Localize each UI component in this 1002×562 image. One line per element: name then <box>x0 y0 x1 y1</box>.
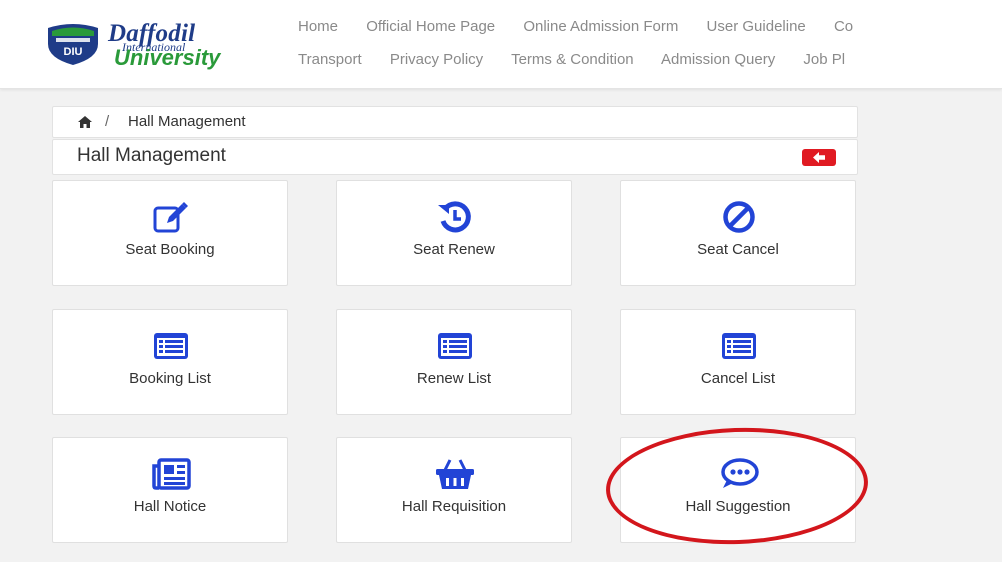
breadcrumb: / Hall Management <box>52 106 858 138</box>
nav-row-1: Home Official Home Page Online Admission… <box>298 16 1002 49</box>
ban-icon <box>723 201 755 233</box>
nav-link-privacy-policy[interactable]: Privacy Policy <box>390 51 483 68</box>
renew-list-card[interactable]: Renew List <box>336 309 572 415</box>
logo-text-university: University <box>114 45 221 70</box>
nav-link-transport[interactable]: Transport <box>298 51 362 68</box>
breadcrumb-current: Hall Management <box>128 113 246 130</box>
card-label: Cancel List <box>700 370 776 387</box>
page-title: Hall Management <box>77 145 226 166</box>
cancel-list-card[interactable]: Cancel List <box>620 309 856 415</box>
top-header: DIU Daffodil International University Ho… <box>0 0 1002 89</box>
logo-badge-text: DIU <box>64 46 83 58</box>
university-crest-icon: DIU <box>48 24 98 65</box>
card-label: Seat Cancel <box>697 241 779 258</box>
hall-notice-card[interactable]: Hall Notice <box>52 437 288 543</box>
seat-renew-card[interactable]: Seat Renew <box>336 180 572 286</box>
hall-suggestion-card[interactable]: Hall Suggestion <box>620 437 856 543</box>
page-title-bar: Hall Management <box>52 139 858 175</box>
seat-cancel-card[interactable]: Seat Cancel <box>620 180 856 286</box>
card-label: Hall Notice <box>133 498 207 515</box>
card-label: Booking List <box>129 370 211 387</box>
nav-link-admission-query[interactable]: Admission Query <box>661 51 775 68</box>
back-button[interactable] <box>802 149 836 166</box>
home-icon[interactable] <box>77 115 93 129</box>
basket-icon <box>436 459 474 489</box>
card-label: Hall Requisition <box>401 498 507 515</box>
card-label: Renew List <box>416 370 492 387</box>
list-icon <box>722 333 756 359</box>
card-label: Seat Renew <box>413 241 495 258</box>
list-icon <box>154 333 188 359</box>
nav-link-user-guideline[interactable]: User Guideline <box>707 18 806 35</box>
newspaper-icon <box>152 458 191 490</box>
edit-icon <box>153 202 188 233</box>
nav-link-official-home-page[interactable]: Official Home Page <box>366 18 495 35</box>
booking-list-card[interactable]: Booking List <box>52 309 288 415</box>
seat-booking-card[interactable]: Seat Booking <box>52 180 288 286</box>
card-label: Seat Booking <box>125 241 215 258</box>
comment-dots-icon <box>721 458 759 488</box>
nav-link-online-admission-form[interactable]: Online Admission Form <box>523 18 678 35</box>
history-icon <box>438 201 471 233</box>
breadcrumb-separator: / <box>105 113 110 130</box>
nav-link-home[interactable]: Home <box>298 18 338 35</box>
nav-link-truncated[interactable]: Co <box>834 18 853 35</box>
university-logo[interactable]: DIU Daffodil International University <box>44 18 266 70</box>
nav-row-2: Transport Privacy Policy Terms & Conditi… <box>298 49 1002 82</box>
arrow-left-icon <box>813 152 825 163</box>
nav-link-terms-condition[interactable]: Terms & Condition <box>511 51 634 68</box>
hall-requisition-card[interactable]: Hall Requisition <box>336 437 572 543</box>
nav-link-job-placement[interactable]: Job Pl <box>803 51 845 68</box>
top-nav: Home Official Home Page Online Admission… <box>298 16 1002 82</box>
list-icon <box>438 333 472 359</box>
card-label: Hall Suggestion <box>685 498 791 515</box>
